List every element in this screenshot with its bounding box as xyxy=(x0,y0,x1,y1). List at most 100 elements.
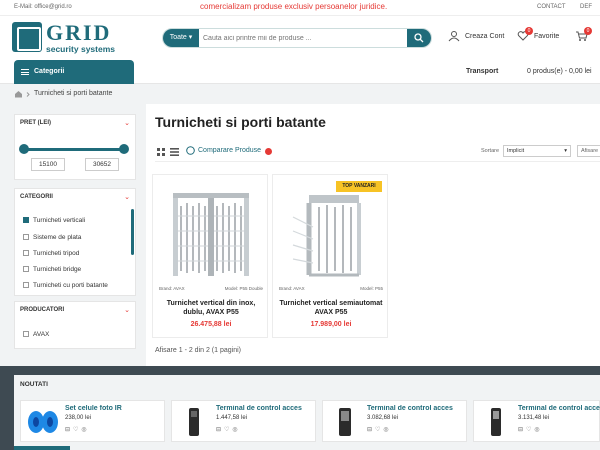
logo-name: GRID xyxy=(46,20,112,45)
listing-toolbar: Comparare Produse Sortare Implicit ▾ Afi… xyxy=(155,142,600,162)
terminal-icon xyxy=(339,408,351,436)
checkbox[interactable] xyxy=(23,234,29,240)
show-select[interactable]: Afisare xyxy=(577,145,600,157)
footer-button[interactable] xyxy=(14,446,70,450)
home-icon[interactable] xyxy=(14,90,23,98)
compare-icon[interactable]: ◎ xyxy=(81,427,89,433)
search-bar: Toate ▾ xyxy=(162,28,432,48)
compare-icon[interactable]: ◎ xyxy=(534,427,542,433)
product-brand: Brand: AVAX xyxy=(279,286,305,291)
promo-text: comercializam produse exclusiv persoanel… xyxy=(200,2,388,11)
news-section: NOUTATI Set celule foto IR 238,00 lei ⊟♡… xyxy=(14,375,600,450)
product-card[interactable]: TOP VANZARI Brand: AVAX Model: P55 Turni… xyxy=(272,174,388,338)
checkbox[interactable] xyxy=(23,331,29,337)
terminal-icon xyxy=(491,408,501,436)
cart-icon[interactable]: ⊟ xyxy=(367,427,375,433)
product-meta: Brand: AVAX Model: P55 Double xyxy=(159,286,263,291)
chevron-down-icon[interactable]: ⌄ xyxy=(124,306,130,314)
checkbox[interactable] xyxy=(23,217,29,223)
news-item-actions[interactable]: ⊟♡◎ xyxy=(367,426,392,433)
page-title: Turnicheti si porti batante xyxy=(155,114,326,130)
news-item-name[interactable]: Terminal de control acces xyxy=(367,405,467,412)
cart-summary[interactable]: 0 produs(e) - 0,00 lei xyxy=(527,68,592,75)
category-scrollbar[interactable] xyxy=(131,209,134,255)
checkbox[interactable] xyxy=(23,282,29,288)
news-item-price: 3.082,68 lei xyxy=(367,415,399,421)
news-item[interactable]: Terminal de control acces 1.447,58 lei ⊟… xyxy=(171,400,316,442)
sidebar: PRET (LEI) ⌄ 15100 30652 CATEGORII ⌄ Tur… xyxy=(0,104,146,372)
product-name[interactable]: Turnichet vertical semiautomat AVAX P55 xyxy=(277,299,385,317)
list-view-icon[interactable] xyxy=(170,148,179,156)
header: GRID security systems Toate ▾ Creaza Con… xyxy=(0,16,600,60)
breadcrumb-current[interactable]: Turnicheti si porti batante xyxy=(34,90,112,97)
product-meta: Brand: AVAX Model: P55 xyxy=(279,286,383,291)
search-category-select[interactable]: Toate ▾ xyxy=(163,29,199,47)
photocell-icon xyxy=(28,411,58,433)
logo-mark-icon xyxy=(12,22,42,52)
compare-icon xyxy=(186,146,195,155)
favorites-badge: 0 xyxy=(525,27,533,35)
news-item-actions[interactable]: ⊟♡◎ xyxy=(216,426,241,433)
user-icon xyxy=(448,31,460,42)
cart-icon[interactable]: ⊟ xyxy=(518,427,526,433)
top-sales-badge: TOP VANZARI xyxy=(336,181,382,192)
chevron-down-icon[interactable]: ⌄ xyxy=(124,193,130,201)
pagination-info: Afisare 1 - 2 din 2 (1 pagini) xyxy=(155,347,241,354)
price-min-input[interactable]: 15100 xyxy=(31,158,65,171)
product-model: Model: P55 Double xyxy=(224,286,263,291)
carousel-dots[interactable] xyxy=(314,445,338,450)
product-price: 17.989,00 lei xyxy=(310,321,352,328)
logo-tagline: security systems xyxy=(46,44,115,54)
chevron-down-icon[interactable]: ⌄ xyxy=(124,119,130,127)
news-item-price: 1.447,58 lei xyxy=(216,415,248,421)
nav-bar: Categorii Transport 0 produs(e) - 0,00 l… xyxy=(0,60,600,84)
price-max-input[interactable]: 30652 xyxy=(85,158,119,171)
chevron-down-icon: ▾ xyxy=(564,148,567,154)
contact-link[interactable]: CONTACT xyxy=(537,4,566,10)
product-brand: Brand: AVAX xyxy=(159,286,185,291)
product-price: 26.475,88 lei xyxy=(190,321,232,328)
sort-select[interactable]: Implicit ▾ xyxy=(503,145,571,157)
categories-button[interactable]: Categorii xyxy=(14,60,134,84)
search-button[interactable] xyxy=(407,29,431,47)
price-slider-track[interactable] xyxy=(23,148,127,151)
price-filter-title: PRET (LEI) xyxy=(20,120,51,126)
news-item-name[interactable]: Set celule foto IR xyxy=(65,405,165,412)
checkbox[interactable] xyxy=(23,250,29,256)
cart-icon[interactable]: ⊟ xyxy=(65,427,73,433)
checkbox[interactable] xyxy=(23,266,29,272)
compare-icon[interactable]: ◎ xyxy=(383,427,391,433)
turnstile-single-image xyxy=(292,195,361,277)
news-title: NOUTATI xyxy=(20,381,48,388)
other-link[interactable]: DEF xyxy=(580,4,592,10)
logo[interactable]: GRID security systems xyxy=(12,20,136,56)
news-item-actions[interactable]: ⊟♡◎ xyxy=(518,426,543,433)
top-bar: E-Mail: office@grid.ro comercializam pro… xyxy=(0,0,600,16)
terminal-icon xyxy=(189,408,199,436)
breadcrumb: Turnicheti si porti batante xyxy=(0,84,600,104)
news-item-price: 3.131,48 lei xyxy=(518,415,550,421)
news-item-name[interactable]: Terminal de control acces xyxy=(518,405,600,412)
price-slider-max-handle[interactable] xyxy=(119,144,129,154)
category-filter: CATEGORII ⌄ Turnicheti verticali Sisteme… xyxy=(14,188,136,296)
search-icon xyxy=(414,33,424,43)
news-item[interactable]: Set celule foto IR 238,00 lei ⊟♡◎ xyxy=(20,400,165,442)
search-input[interactable] xyxy=(203,29,403,47)
news-item-actions[interactable]: ⊟♡◎ xyxy=(65,426,90,433)
cart-icon[interactable]: ⊟ xyxy=(216,427,224,433)
cart-badge: 0 xyxy=(584,27,592,35)
product-model: Model: P55 xyxy=(360,286,383,291)
chevron-right-icon xyxy=(26,92,30,97)
sort-label: Sortare xyxy=(481,148,500,154)
product-card[interactable]: Brand: AVAX Model: P55 Double Turnichet … xyxy=(152,174,268,338)
news-item-name[interactable]: Terminal de control acces xyxy=(216,405,316,412)
grid-view-icon[interactable] xyxy=(157,148,165,156)
price-slider-min-handle[interactable] xyxy=(19,144,29,154)
compare-icon[interactable]: ◎ xyxy=(232,427,240,433)
news-item[interactable]: Terminal de control acces 3.131,48 lei ⊟… xyxy=(473,400,600,442)
email-link[interactable]: E-Mail: office@grid.ro xyxy=(14,4,72,10)
news-item[interactable]: Terminal de control acces 3.082,68 lei ⊟… xyxy=(322,400,467,442)
product-name[interactable]: Turnichet vertical din inox, dublu, AVAX… xyxy=(157,299,265,317)
compare-count-badge xyxy=(265,148,272,155)
transport-link[interactable]: Transport xyxy=(466,68,498,75)
